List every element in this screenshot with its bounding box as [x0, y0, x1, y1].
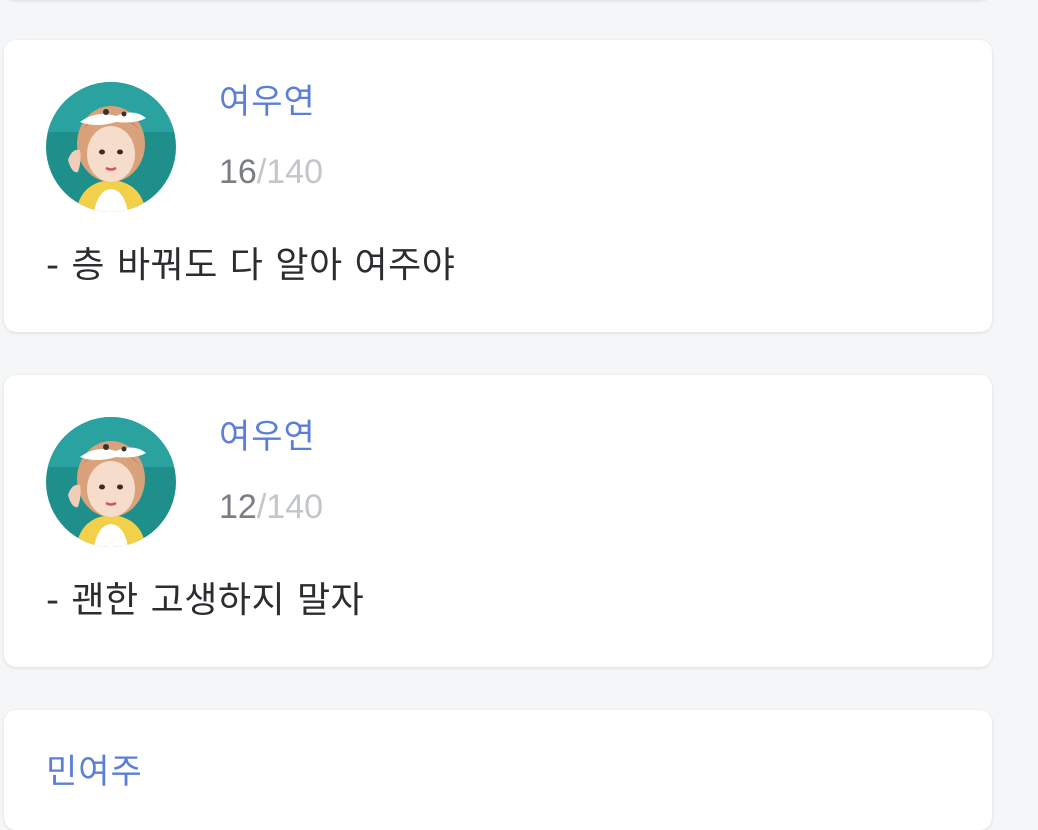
counter-used: 12 — [219, 488, 257, 526]
author-name[interactable]: 여우연 — [219, 82, 316, 122]
counter-separator: / — [256, 153, 267, 191]
post-card[interactable]: 여우연 16/140 - 층 바꿔도 다 알아 여주야 — [4, 40, 992, 332]
author-name[interactable]: 민여주 — [46, 752, 143, 792]
counter-separator: / — [256, 488, 267, 526]
post-card[interactable]: 여우연 12/140 - 괜한 고생하지 말자 — [4, 375, 992, 667]
counter-used: 16 — [219, 153, 257, 191]
character-counter: 16/140 — [219, 152, 323, 192]
author-avatar-icon[interactable] — [46, 82, 176, 212]
counter-max: 140 — [266, 488, 324, 526]
post-content: - 층 바꿔도 다 알아 여주야 — [46, 245, 456, 286]
author-avatar-icon[interactable] — [46, 417, 176, 547]
post-card[interactable]: 민여주 — [4, 710, 992, 830]
author-name[interactable]: 여우연 — [219, 417, 316, 457]
post-content: - 괜한 고생하지 말자 — [46, 580, 365, 621]
character-counter: 12/140 — [219, 487, 323, 527]
counter-max: 140 — [266, 153, 324, 191]
